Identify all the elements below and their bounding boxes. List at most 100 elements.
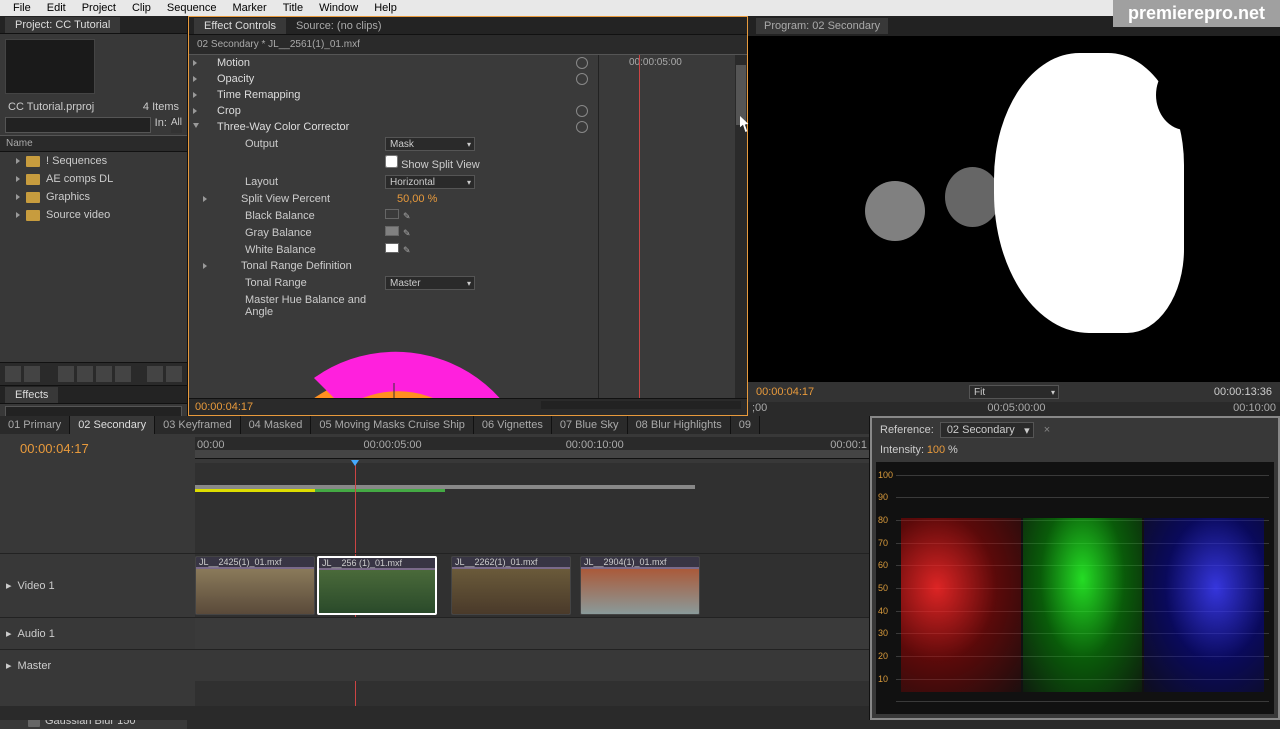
delete-button[interactable] xyxy=(115,366,131,382)
reset-icon[interactable] xyxy=(576,121,588,133)
timeline-current-tc[interactable]: 00:00:04:17 xyxy=(0,437,195,460)
zoom-slider[interactable] xyxy=(541,401,741,409)
project-search-input[interactable] xyxy=(5,117,151,133)
menu-title[interactable]: Title xyxy=(275,2,311,14)
menu-sequence[interactable]: Sequence xyxy=(159,2,225,14)
folder-icon xyxy=(26,192,40,203)
three-way-cc-effect[interactable]: Three-Way Color Corrector xyxy=(189,119,598,135)
current-timecode[interactable]: 00:00:04:17 xyxy=(195,401,253,413)
show-split-view-checkbox[interactable] xyxy=(385,155,398,168)
motion-effect[interactable]: Motion xyxy=(189,55,598,71)
intensity-value[interactable]: 100 xyxy=(927,444,945,456)
source-tab[interactable]: Source: (no clips) xyxy=(286,18,392,34)
timeline-clip[interactable]: JL__2262(1)_01.mxf xyxy=(451,556,571,615)
new-item-button[interactable] xyxy=(96,366,112,382)
output-dropdown[interactable]: Mask xyxy=(385,137,475,151)
sequence-tabs: 01 Primary 02 Secondary 03 Keyframed 04 … xyxy=(0,416,869,434)
zoom-bar[interactable] xyxy=(195,450,869,458)
timeline-panel: 01 Primary 02 Secondary 03 Keyframed 04 … xyxy=(0,416,870,720)
eyedropper-icon[interactable]: ✎ xyxy=(403,211,411,222)
program-title[interactable]: Program: 02 Secondary xyxy=(756,18,888,34)
vertical-scrollbar[interactable] xyxy=(735,55,747,398)
effect-controls-tab[interactable]: Effect Controls xyxy=(194,18,286,34)
playhead-indicator[interactable] xyxy=(639,55,640,398)
eyedropper-icon[interactable]: ✎ xyxy=(403,228,411,239)
timeline-clip[interactable]: JL__256 (1)_01.mxf xyxy=(317,556,437,615)
reset-icon[interactable] xyxy=(576,73,588,85)
crop-effect[interactable]: Crop xyxy=(189,103,598,119)
intensity-label: Intensity: xyxy=(880,444,924,456)
chevron-right-icon xyxy=(16,158,20,164)
white-balance-swatch[interactable] xyxy=(385,243,399,253)
seq-tab[interactable]: 07 Blue Sky xyxy=(552,416,628,434)
bin-source-video[interactable]: Source video xyxy=(0,206,187,224)
project-tab[interactable]: Project: CC Tutorial xyxy=(5,17,120,33)
menu-bar[interactable]: File Edit Project Clip Sequence Marker T… xyxy=(0,0,1280,16)
menu-project[interactable]: Project xyxy=(74,2,124,14)
seq-tab[interactable]: 01 Primary xyxy=(0,416,70,434)
seq-tab[interactable]: 03 Keyframed xyxy=(155,416,240,434)
chevron-right-icon xyxy=(16,194,20,200)
menu-file[interactable]: File xyxy=(5,2,39,14)
gray-balance-swatch[interactable] xyxy=(385,226,399,236)
menu-help[interactable]: Help xyxy=(366,2,405,14)
folder-icon xyxy=(26,156,40,167)
rgb-parade-scope[interactable]: 100 90 80 70 60 50 40 30 20 10 xyxy=(876,462,1274,714)
clip-path-header: 02 Secondary * JL__2561(1)_01.mxf xyxy=(189,35,747,55)
zoom-dropdown[interactable]: Fit xyxy=(969,385,1059,399)
seq-tab[interactable]: 08 Blur Highlights xyxy=(628,416,731,434)
name-column-header[interactable]: Name xyxy=(0,135,187,152)
timeline-clip[interactable]: JL__2904(1)_01.mxf xyxy=(580,556,700,615)
reference-dropdown[interactable]: 02 Secondary xyxy=(940,422,1034,438)
chevron-right-icon xyxy=(16,212,20,218)
split-view-percent-value[interactable]: 50,00 % xyxy=(397,193,592,205)
timeline-ruler[interactable]: 00:00 00:00:05:00 00:00:10:00 00:00:1 xyxy=(195,437,869,459)
master-track-header[interactable]: ▸Master xyxy=(0,649,195,681)
layout-dropdown[interactable]: Horizontal xyxy=(385,175,475,189)
timeline-track-area[interactable]: JL__2425(1)_01.mxf JL__256 (1)_01.mxf JL… xyxy=(195,463,869,706)
seq-tab[interactable]: 09 xyxy=(731,416,760,434)
project-toolbar xyxy=(0,362,187,385)
new-bin-button[interactable] xyxy=(77,366,93,382)
program-monitor[interactable] xyxy=(748,36,1280,382)
reset-icon[interactable] xyxy=(576,57,588,69)
bin-graphics[interactable]: Graphics xyxy=(0,188,187,206)
menu-window[interactable]: Window xyxy=(311,2,366,14)
menu-edit[interactable]: Edit xyxy=(39,2,74,14)
seq-tab[interactable]: 06 Vignettes xyxy=(474,416,552,434)
next-button[interactable] xyxy=(166,366,182,382)
effect-controls-timeline[interactable]: 00:00:05:00 xyxy=(599,55,747,398)
list-view-button[interactable] xyxy=(5,366,21,382)
master-hue-label: Master Hue Balance and Angle xyxy=(195,294,385,318)
menu-clip[interactable]: Clip xyxy=(124,2,159,14)
audio-track-header[interactable]: ▸Audio 1 xyxy=(0,617,195,649)
close-icon[interactable]: × xyxy=(1044,424,1050,436)
timeline-clip[interactable]: JL__2425(1)_01.mxf xyxy=(195,556,315,615)
prev-button[interactable] xyxy=(147,366,163,382)
horizontal-scrollbar[interactable] xyxy=(0,706,869,720)
icon-view-button[interactable] xyxy=(24,366,40,382)
output-label: Output xyxy=(195,138,385,150)
bin-sequences[interactable]: ! Sequences xyxy=(0,152,187,170)
seq-tab[interactable]: 04 Masked xyxy=(241,416,312,434)
menu-marker[interactable]: Marker xyxy=(224,2,274,14)
effect-controls-panel: Effect Controls Source: (no clips) 02 Se… xyxy=(188,16,748,416)
seq-tab[interactable]: 05 Moving Masks Cruise Ship xyxy=(311,416,474,434)
black-balance-swatch[interactable] xyxy=(385,209,399,219)
eyedropper-icon[interactable]: ✎ xyxy=(403,245,411,256)
tonal-range-dropdown[interactable]: Master xyxy=(385,276,475,290)
program-time-ruler[interactable]: ;00 00:05:00:00 00:10:00 xyxy=(748,402,1280,416)
project-thumbnail xyxy=(5,39,95,94)
seq-tab[interactable]: 02 Secondary xyxy=(70,416,155,434)
color-wheel[interactable] xyxy=(224,328,564,398)
opacity-effect[interactable]: Opacity xyxy=(189,71,598,87)
video-track-header[interactable]: ▸Video 1 xyxy=(0,553,195,617)
bin-ae-comps[interactable]: AE comps DL xyxy=(0,170,187,188)
program-current-tc[interactable]: 00:00:04:17 xyxy=(756,386,814,398)
time-remapping-effect[interactable]: Time Remapping xyxy=(189,87,598,103)
reset-icon[interactable] xyxy=(576,105,588,117)
in-filter-dropdown[interactable]: All xyxy=(171,117,182,133)
timeline-marker-label: 00:00:05:00 xyxy=(629,57,682,68)
find-button[interactable] xyxy=(58,366,74,382)
effects-tab[interactable]: Effects xyxy=(5,387,58,403)
